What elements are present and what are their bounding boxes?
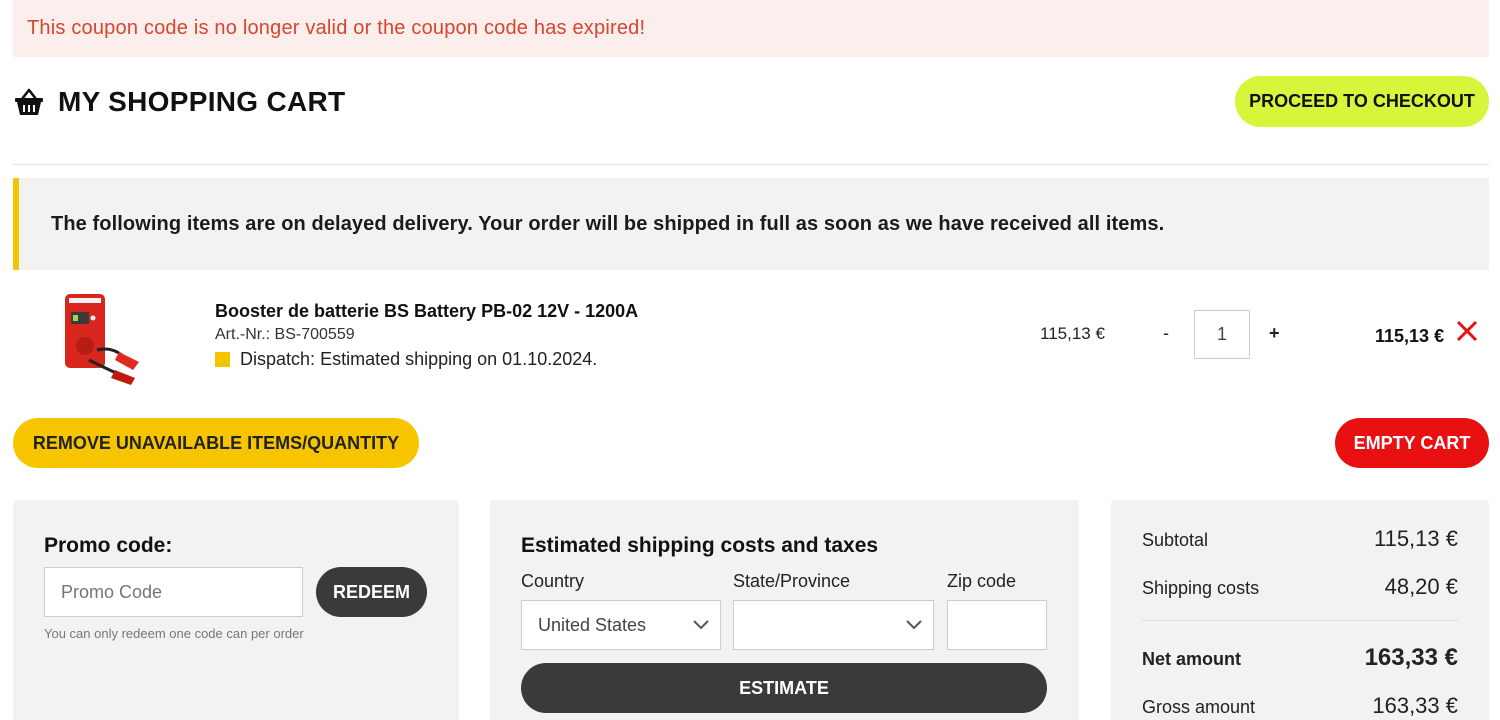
promo-code-panel: Promo code: REDEEM You can only redeem o… bbox=[13, 500, 459, 720]
summary-divider bbox=[1142, 620, 1458, 621]
order-summary-panel: Subtotal 115,13 € Shipping costs 48,20 €… bbox=[1111, 500, 1489, 720]
net-amount-row: Net amount 163,33 € bbox=[1142, 644, 1458, 672]
shipping-estimate-panel: Estimated shipping costs and taxes Count… bbox=[490, 500, 1079, 720]
quantity-decrease-button[interactable]: - bbox=[1163, 323, 1169, 344]
gross-amount-label: Gross amount bbox=[1142, 697, 1256, 717]
quantity-input[interactable] bbox=[1194, 310, 1250, 359]
promo-code-input[interactable] bbox=[44, 567, 303, 617]
cart-header: MY SHOPPING CART PROCEED TO CHECKOUT bbox=[13, 76, 1489, 128]
page-title: MY SHOPPING CART bbox=[58, 86, 346, 117]
state-select[interactable] bbox=[733, 600, 934, 650]
net-amount-label: Net amount bbox=[1142, 649, 1241, 669]
basket-icon bbox=[15, 88, 43, 115]
dispatch-label: Dispatch: bbox=[240, 349, 316, 369]
state-label: State/Province bbox=[733, 571, 851, 591]
shipping-costs-label: Shipping costs bbox=[1142, 578, 1260, 598]
net-amount-value: 163,33 € bbox=[1364, 644, 1458, 671]
notice-text: The following items are on delayed deliv… bbox=[51, 212, 1165, 235]
cart-item-row: Booster de batterie BS Battery PB-02 12V… bbox=[13, 280, 1489, 392]
remove-unavailable-items-button[interactable]: REMOVE UNAVAILABLE ITEMS/QUANTITY bbox=[13, 418, 419, 468]
article-number: Art.-Nr.: BS-700559 bbox=[215, 326, 355, 343]
country-label: Country bbox=[521, 571, 585, 591]
promo-hint: You can only redeem one code can per ord… bbox=[44, 626, 304, 641]
subtotal-value: 115,13 € bbox=[1373, 526, 1458, 551]
country-value: United States bbox=[538, 614, 647, 635]
line-total: 115,13 € bbox=[1375, 326, 1445, 346]
chevron-down-icon bbox=[906, 620, 922, 630]
shipping-title: Estimated shipping costs and taxes bbox=[521, 534, 879, 557]
redeem-button[interactable]: REDEEM bbox=[316, 567, 427, 617]
unit-price: 115,13 € bbox=[1040, 324, 1105, 343]
zip-code-input[interactable] bbox=[947, 600, 1047, 650]
gross-amount-value: 163,33 € bbox=[1372, 693, 1458, 718]
country-select[interactable]: United States bbox=[521, 600, 721, 650]
dispatch-status-icon bbox=[215, 352, 230, 367]
chevron-down-icon bbox=[693, 620, 709, 630]
header-divider bbox=[13, 164, 1489, 165]
proceed-to-checkout-button[interactable]: PROCEED TO CHECKOUT bbox=[1235, 76, 1489, 127]
quantity-increase-button[interactable]: + bbox=[1269, 323, 1280, 344]
gross-amount-row: Gross amount 163,33 € bbox=[1142, 693, 1458, 719]
alert-message: This coupon code is no longer valid or t… bbox=[27, 17, 646, 39]
zip-label: Zip code bbox=[947, 571, 1017, 591]
dispatch-info: Dispatch: Estimated shipping on 01.10.20… bbox=[215, 349, 597, 370]
estimate-button[interactable]: ESTIMATE bbox=[521, 663, 1047, 713]
delayed-delivery-notice: The following items are on delayed deliv… bbox=[13, 178, 1489, 270]
subtotal-label: Subtotal bbox=[1142, 530, 1209, 550]
promo-title: Promo code: bbox=[44, 534, 173, 557]
product-image[interactable] bbox=[53, 288, 153, 388]
empty-cart-button[interactable]: EMPTY CART bbox=[1335, 418, 1489, 468]
product-name[interactable]: Booster de batterie BS Battery PB-02 12V… bbox=[215, 301, 638, 322]
dispatch-text: Estimated shipping on 01.10.2024. bbox=[320, 349, 598, 369]
coupon-error-alert: This coupon code is no longer valid or t… bbox=[13, 0, 1489, 57]
shipping-costs-row: Shipping costs 48,20 € bbox=[1142, 574, 1458, 600]
shipping-costs-value: 48,20 € bbox=[1384, 574, 1458, 599]
close-icon[interactable] bbox=[1454, 318, 1480, 344]
subtotal-row: Subtotal 115,13 € bbox=[1142, 526, 1458, 552]
